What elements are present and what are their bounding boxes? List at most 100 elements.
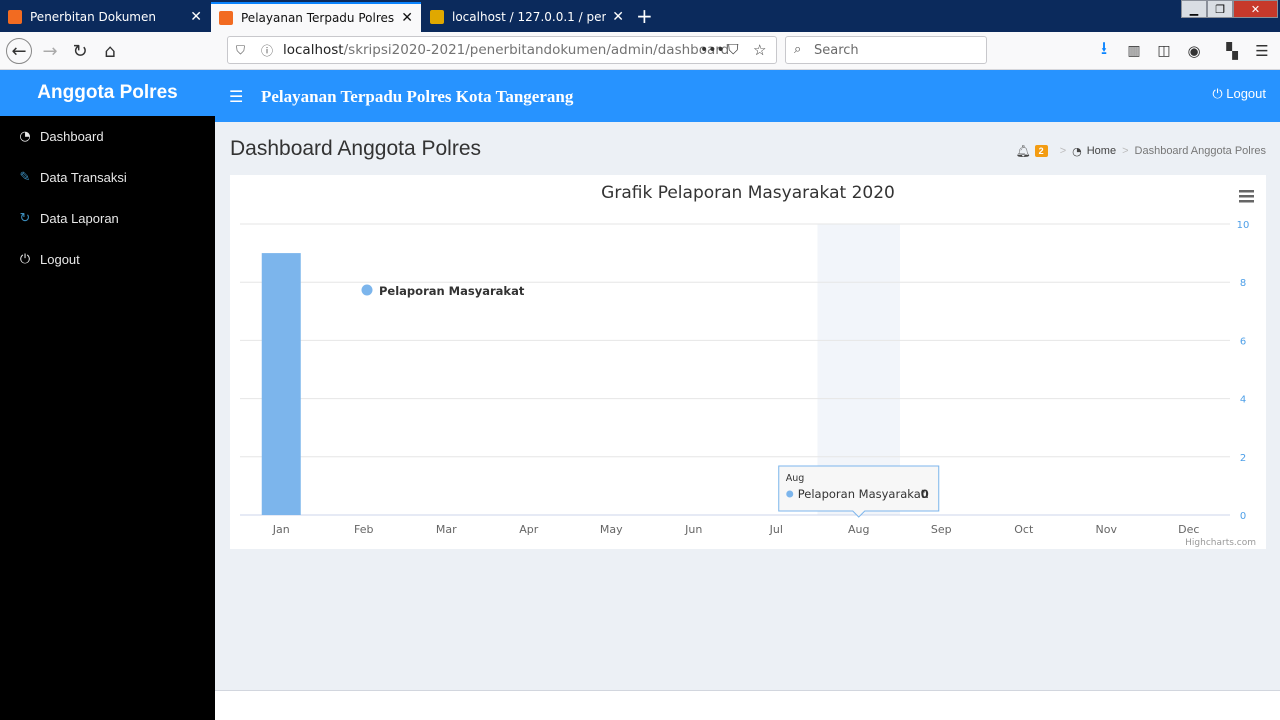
browser-tab-2[interactable]: Pelayanan Terpadu Polres Kota ✕ [211,2,421,32]
bar-chart: Grafik Pelaporan Masyarakat 2020 0 2 4 6 8 10 J… [240,183,1256,548]
library-icon[interactable]: ▥ [1121,38,1147,64]
back-icon[interactable]: ← [6,38,32,64]
close-icon[interactable]: ✕ [401,10,413,26]
chart-menu-icon [1239,200,1254,203]
window-close-icon[interactable]: ✕ [1233,0,1278,18]
page-actions-icon[interactable]: ••• [700,42,725,58]
url-bar[interactable]: ⛉ ⓘ localhost/skripsi2020-2021/penerbita… [227,36,777,64]
url-text[interactable]: localhost/skripsi2020-2021/penerbitandok… [283,42,729,58]
tab-label: localhost / 127.0.0.1 / penerbita [452,10,607,24]
browser-tab-bar: Penerbitan Dokumen ✕ Pelayanan Terpadu P… [0,0,1280,32]
power-icon: ⏻ [1212,87,1223,102]
top-header: ☰ Pelayanan Terpadu Polres Kota Tangeran… [215,70,1280,122]
download-icon[interactable]: ⭳ [1091,38,1117,64]
chart-title: Grafik Pelaporan Masyarakat 2020 [601,183,895,203]
breadcrumb-separator: > [1122,145,1129,157]
url-host: localhost [283,42,344,58]
chart-credits: Highcharts.com [1185,538,1256,548]
sidebar-item-label: Dashboard [40,129,104,144]
bell-icon[interactable]: 🔔︎ [1015,144,1030,158]
power-icon: ⏻ [19,252,31,267]
x-tick-label: Apr [519,523,539,536]
y-tick-label: 2 [1240,453,1246,464]
tooltip-marker [786,490,794,498]
x-tick-label: Mar [436,523,457,536]
search-icon: ⌕ [794,42,802,57]
x-tick-label: Jul [769,523,783,536]
edit-icon: ✎ [19,170,31,185]
close-icon[interactable]: ✕ [190,9,202,25]
tab-label: Pelayanan Terpadu Polres Kota [241,11,395,25]
xampp-favicon-icon [8,10,22,24]
y-tick-label: 10 [1237,220,1250,231]
legend-marker [361,284,373,296]
sidebar-item-data-laporan[interactable]: ↻ Data Laporan [0,198,215,239]
sidebar-item-data-transaksi[interactable]: ✎ Data Transaksi [0,157,215,198]
brand-title[interactable]: Anggota Polres [0,70,215,116]
breadcrumb-home[interactable]: Home [1087,145,1116,157]
pocket-icon[interactable]: ⛉ [728,42,739,58]
sidebar-item-label: Logout [40,252,80,267]
y-tick-label: 8 [1240,278,1246,289]
dashboard-icon: ◔ [19,129,31,144]
notification-badge[interactable]: 2 [1034,145,1048,157]
chart-menu-icon [1239,195,1254,198]
page-title: Dashboard Anggota Polres [230,137,482,160]
y-tick-label: 0 [1240,511,1246,522]
sidebar-item-label: Data Laporan [40,211,119,226]
x-tick-label: Nov [1096,523,1118,536]
x-tick-label: Oct [1014,523,1034,536]
x-tick-label: Dec [1178,523,1199,536]
x-tick-label: Feb [354,523,373,536]
main-content: Dashboard Anggota Polres 🔔︎ 2 > ◔ Home >… [215,122,1280,690]
system-name: Pelayanan Terpadu Polres Kota Tangerang [261,87,574,106]
x-tick-label: Aug [848,523,869,536]
new-tab-icon[interactable]: + [636,4,653,28]
dashboard-icon: ◔ [1072,144,1082,158]
x-tick-label: Sep [931,523,952,536]
x-tick-label: Jun [684,523,702,536]
forward-icon[interactable]: → [37,38,63,64]
maximize-icon[interactable]: ❐ [1207,0,1233,18]
sidebar-toggle-icon[interactable]: ◫ [1151,38,1177,64]
x-tick-label: May [600,523,623,536]
legend-label: Pelaporan Masyarakat [379,284,525,298]
tooltip-value: 0 [921,487,929,501]
extensions-icon[interactable]: ▚ [1219,38,1245,64]
chart-panel: Grafik Pelaporan Masyarakat 2020 0 2 4 6 8 10 J… [230,175,1266,549]
tab-label: Penerbitan Dokumen [30,10,156,24]
search-placeholder: Search [814,42,859,58]
home-icon[interactable]: ⌂ [97,38,123,64]
y-tick-label: 4 [1240,395,1246,406]
browser-tab-3[interactable]: localhost / 127.0.0.1 / penerbita ✕ [422,2,632,32]
header-logout-button[interactable]: ⏻ Logout [1212,86,1266,102]
reload-icon[interactable]: ↻ [67,38,93,64]
phpmyadmin-favicon-icon [430,10,444,24]
info-icon[interactable]: ⓘ [261,42,273,59]
x-tick-label: Jan [272,523,290,536]
sidebar-item-logout[interactable]: ⏻ Logout [0,239,215,280]
account-icon[interactable]: ◉ [1181,38,1207,64]
shield-icon[interactable]: ⛉ [236,43,245,58]
bookmark-star-icon[interactable]: ☆ [753,41,766,59]
sidebar-item-dashboard[interactable]: ◔ Dashboard [0,116,215,157]
chart-menu-icon [1239,190,1254,193]
sidebar-item-label: Data Transaksi [40,170,127,185]
breadcrumb-current: Dashboard Anggota Polres [1134,145,1266,157]
breadcrumb: 🔔︎ 2 > ◔ Home > Dashboard Anggota Polres [1015,144,1266,158]
search-input[interactable]: ⌕ Search [785,36,987,64]
minimize-icon[interactable]: ▁ [1181,0,1207,18]
hamburger-icon[interactable]: ☰ [229,87,243,106]
bar [261,253,301,515]
menu-icon[interactable]: ☰ [1249,38,1275,64]
sidebar: Anggota Polres ◔ Dashboard ✎ Data Transa… [0,70,215,720]
breadcrumb-separator: > [1059,145,1067,157]
url-path: /skripsi2020-2021/penerbitandokumen/admi… [343,42,730,58]
close-icon[interactable]: ✕ [612,9,624,25]
y-tick-label: 6 [1240,336,1246,347]
browser-tab-1[interactable]: Penerbitan Dokumen ✕ [0,2,210,32]
logout-label: Logout [1226,86,1266,101]
tooltip-series: Pelaporan Masyarakat: [798,487,929,501]
tooltip-category: Aug [786,473,805,484]
xampp-favicon-icon [219,11,233,25]
